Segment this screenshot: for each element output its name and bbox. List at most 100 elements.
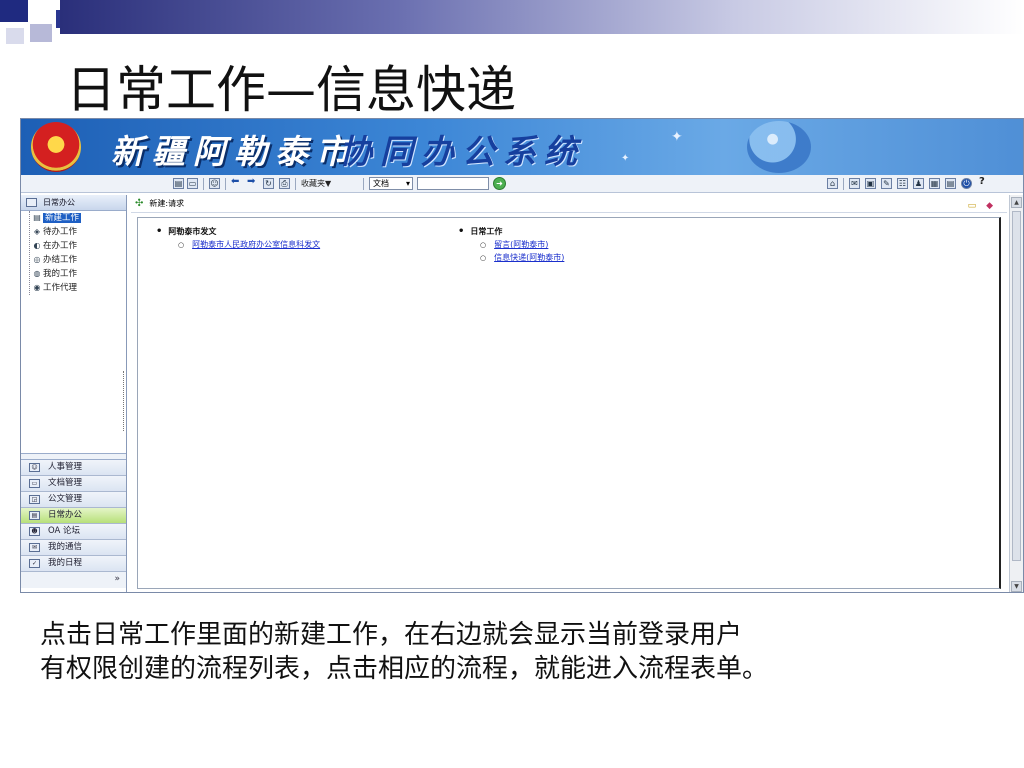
folder-icon[interactable]: ▭ [968, 198, 977, 215]
deco-square-navy [0, 0, 28, 22]
module-documents[interactable]: ▭ 文档管理 [21, 476, 126, 492]
document-icon: ▭ [29, 479, 40, 488]
tree-item-label: 在办工作 [43, 241, 78, 251]
module-label: 人事管理 [48, 462, 83, 472]
content-header: ✣ 新建:请求 ▭ ◆ [131, 195, 1007, 213]
tree-item-new-work[interactable]: ▤ 新建工作 [21, 211, 126, 225]
favorites-menu[interactable]: 收藏夹▼ [301, 178, 331, 189]
main-content: ✣ 新建:请求 ▭ ◆ 阿勒泰市发文 阿勒泰市人民政府办公室信息科发文 日常工作… [131, 195, 1007, 592]
header-actions: ▭ ◆ [968, 198, 993, 215]
flow-link-item: 信息快递(阿勒泰市) [480, 252, 564, 263]
deco-square-light [6, 28, 24, 44]
toolbar: ▤ ▭ ☺ ⬅ ➡ ↻ ⎙ 收藏夹▼ 文档 ▾ ➜ ⌂ ✉ ▣ ✎ ☷ ♟ ▦ ▤… [21, 175, 1023, 193]
flow-link-item: 留言(阿勒泰市) [480, 239, 564, 250]
globe-icon [747, 121, 811, 173]
tree-item-label: 办结工作 [43, 255, 78, 265]
tree-item-delegate[interactable]: ◉ 工作代理 [21, 281, 126, 295]
delegate-icon: ◉ [33, 283, 41, 292]
caption-line: 点击日常工作里面的新建工作，在右边就会显示当前登录用户 [40, 620, 743, 650]
calendar-icon[interactable]: ▤ [945, 178, 956, 189]
doc-type-select[interactable]: 文档 ▾ [369, 177, 413, 190]
flow-link[interactable]: 留言(阿勒泰市) [494, 239, 548, 250]
banner-city-name: 新疆阿勒泰市 [111, 132, 357, 171]
grid-icon[interactable]: ▦ [929, 178, 940, 189]
print-icon[interactable]: ⎙ [279, 178, 290, 189]
forward-arrow-icon[interactable]: ➡ [247, 176, 255, 187]
inbox-icon[interactable]: ▣ [865, 178, 876, 189]
chevron-down-icon: ▾ [405, 179, 410, 188]
daily-office-icon [26, 198, 37, 207]
pending-work-icon: ◈ [33, 227, 41, 236]
users-icon[interactable]: ♟ [913, 178, 924, 189]
message-icon[interactable]: ✉ [849, 178, 860, 189]
module-label: 文档管理 [48, 478, 83, 488]
toolbar-separator [225, 178, 226, 190]
pin-icon[interactable]: ◆ [986, 198, 993, 215]
expand-icon: » [114, 574, 120, 584]
contacts-icon[interactable]: ☷ [897, 178, 908, 189]
module-oa-forum[interactable]: ☻ OA 论坛 [21, 524, 126, 540]
slide-title: 日常工作—信息快递 [66, 61, 516, 119]
sidebar-expand-button[interactable]: » [21, 572, 126, 588]
caption-line: 有权限创建的流程列表，点击相应的流程，就能进入流程表单。 [40, 654, 769, 684]
tree-item-in-progress-work[interactable]: ◐ 在办工作 [21, 239, 126, 253]
vertical-scrollbar[interactable]: ▲ ▼ [1009, 195, 1023, 592]
tree-item-finished-work[interactable]: ◎ 办结工作 [21, 253, 126, 267]
banner-system-name: 协同办公系统 [339, 132, 585, 171]
my-work-icon: ◍ [33, 269, 41, 278]
toolbar-separator [203, 178, 204, 190]
go-button[interactable]: ➜ [493, 177, 506, 190]
tree-item-label: 我的工作 [43, 269, 78, 279]
search-input[interactable] [417, 177, 489, 190]
home-icon[interactable]: ⌂ [827, 178, 838, 189]
splitter-grip[interactable] [123, 371, 126, 431]
tree-item-my-work[interactable]: ◍ 我的工作 [21, 267, 126, 281]
module-label: 我的通信 [48, 542, 83, 552]
edit-icon[interactable]: ✎ [881, 178, 892, 189]
scroll-down-icon[interactable]: ▼ [1011, 581, 1022, 592]
module-label: OA 论坛 [48, 526, 81, 536]
module-my-mail[interactable]: ✉ 我的通信 [21, 540, 126, 556]
flow-link[interactable]: 阿勒泰市人民政府办公室信息科发文 [192, 239, 320, 250]
system-banner: 新疆阿勒泰市 协同办公系统 ✦ ✦ [21, 119, 1023, 175]
tree-item-label: 工作代理 [43, 283, 78, 293]
in-progress-icon: ◐ [33, 241, 41, 250]
mail-icon: ✉ [29, 543, 40, 552]
national-emblem-icon [31, 122, 81, 172]
sparkle-icon: ✦ [671, 129, 683, 145]
header-gradient-bar [60, 0, 1024, 34]
scroll-up-icon[interactable]: ▲ [1011, 197, 1022, 208]
scroll-thumb[interactable] [1012, 211, 1021, 561]
flow-group-title: 阿勒泰市发文 [156, 226, 320, 237]
flow-link[interactable]: 信息快递(阿勒泰市) [494, 252, 564, 263]
doc-type-value: 文档 [373, 179, 389, 188]
module-personnel[interactable]: ☺ 人事管理 [21, 460, 126, 476]
app-screenshot: 新疆阿勒泰市 协同办公系统 ✦ ✦ ▤ ▭ ☺ ⬅ ➡ ↻ ⎙ 收藏夹▼ 文档 ▾… [20, 118, 1024, 593]
work-tree: ▤ 新建工作 ◈ 待办工作 ◐ 在办工作 ◎ 办结工作 ◍ 我的工作 ◉ 工作代理 [21, 211, 126, 454]
help-icon[interactable]: ? [979, 176, 985, 187]
slide-caption: 点击日常工作里面的新建工作，在右边就会显示当前登录用户 有权限创建的流程列表，点… [40, 618, 1000, 686]
new-work-icon: ▤ [33, 213, 41, 222]
power-icon[interactable]: ⏻ [961, 178, 972, 189]
layout-icon[interactable]: ▤ [173, 178, 184, 189]
window-icon[interactable]: ▭ [187, 178, 198, 189]
personnel-icon: ☺ [29, 463, 40, 472]
flow-group: 日常工作 留言(阿勒泰市) 信息快递(阿勒泰市) [458, 226, 564, 263]
module-official-docs[interactable]: ◲ 公文管理 [21, 492, 126, 508]
tree-item-pending-work[interactable]: ◈ 待办工作 [21, 225, 126, 239]
sidebar: 日常办公 ▤ 新建工作 ◈ 待办工作 ◐ 在办工作 ◎ 办结工作 ◍ 我的工作 ◉ 工作代理… [21, 195, 127, 592]
user-icon[interactable]: ☺ [209, 178, 220, 189]
forum-icon: ☻ [29, 527, 40, 536]
breadcrumb: 新建:请求 [149, 199, 185, 208]
refresh-icon[interactable]: ↻ [263, 178, 274, 189]
slide: 日常工作—信息快递 新疆阿勒泰市 协同办公系统 ✦ ✦ ▤ ▭ ☺ ⬅ ➡ ↻ … [0, 0, 1024, 768]
sidebar-header: 日常办公 [21, 195, 126, 211]
module-daily-office[interactable]: ▤ 日常办公 [21, 508, 126, 524]
module-my-schedule[interactable]: ✓ 我的日程 [21, 556, 126, 572]
sparkle-icon: ✦ [621, 153, 630, 164]
deco-square-lilac [30, 24, 52, 42]
official-doc-icon: ◲ [29, 495, 40, 504]
back-arrow-icon[interactable]: ⬅ [231, 176, 239, 187]
sidebar-header-label: 日常办公 [43, 198, 75, 207]
toolbar-separator [363, 178, 364, 190]
